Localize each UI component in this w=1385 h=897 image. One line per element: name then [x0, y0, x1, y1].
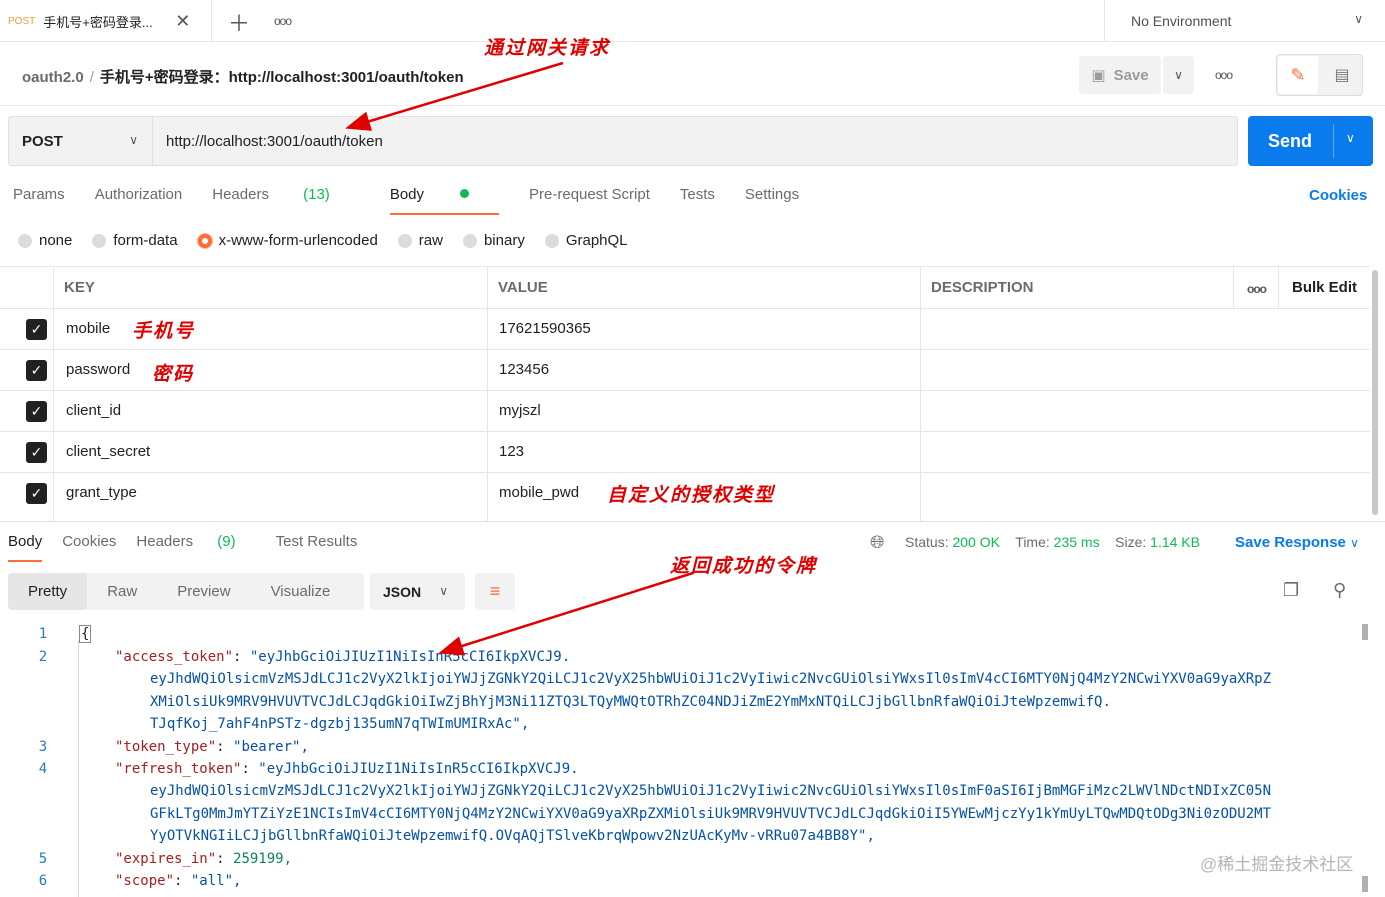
arrow-token — [438, 571, 694, 656]
annotation-arrows — [345, 61, 694, 656]
watermark: @稀土掘金技术社区 — [1200, 855, 1354, 874]
arrow-gateway — [345, 61, 564, 131]
